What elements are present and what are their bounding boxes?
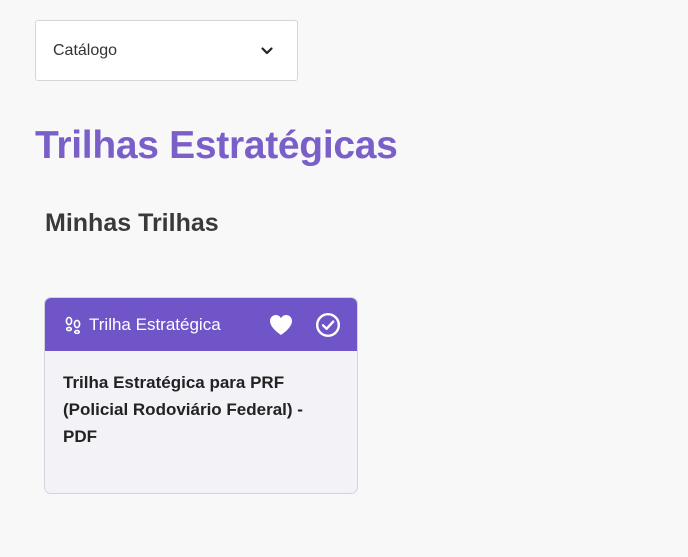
page-title: Trilhas Estratégicas [35,124,398,167]
card-body: Trilha Estratégica para PRF (Policial Ro… [45,351,357,450]
catalog-dropdown[interactable]: Catálogo [35,20,298,81]
heart-icon[interactable] [268,313,294,337]
catalog-dropdown-value: Catálogo [53,41,118,59]
card-header: Trilha Estratégica [45,298,357,351]
card-type: Trilha Estratégica [64,315,268,335]
section-title: Minhas Trilhas [45,209,219,237]
card-type-label: Trilha Estratégica [89,314,221,334]
trail-card[interactable]: Trilha Estratégica Trilha Estratégica pa… [44,297,358,494]
card-title[interactable]: Trilha Estratégica para PRF (Policial Ro… [63,369,339,450]
chevron-down-icon [259,43,275,59]
footprints-icon [64,316,82,334]
check-circle-icon[interactable] [315,312,341,338]
